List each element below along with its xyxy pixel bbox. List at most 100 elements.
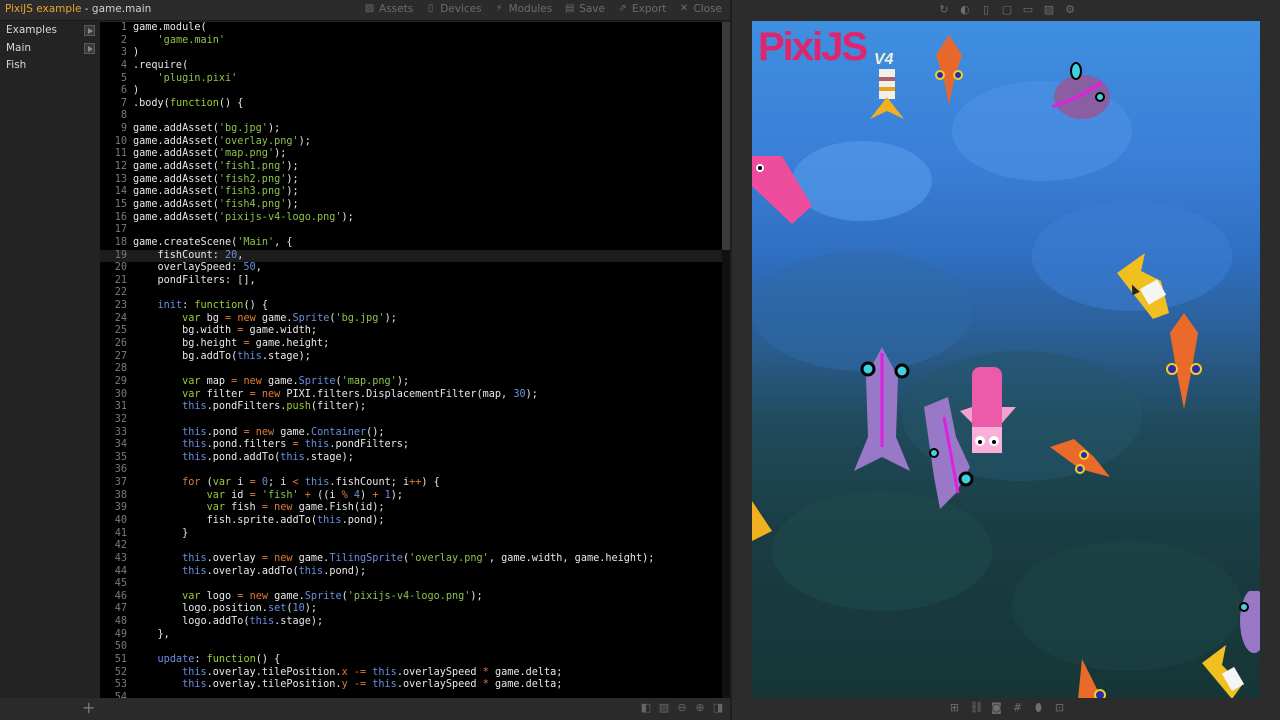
- code-editor[interactable]: 1 game.module(2 'game.main' 3) 4 .require(5 …: [100, 22, 722, 698]
- modules-button[interactable]: ⚡ Modules: [494, 3, 553, 15]
- code-line[interactable]: 2 'game.main': [100, 35, 722, 48]
- code-line[interactable]: 26 bg.height = game.height;: [100, 338, 722, 351]
- title-bar: PixiJS example - game.main ▨ Assets ▯ Devi…: [0, 0, 730, 21]
- code-line[interactable]: 21 pondFilters: [],: [100, 275, 722, 288]
- code-line[interactable]: 33 this.pond = new game.Container();: [100, 427, 722, 440]
- code-line[interactable]: 9 game.addAsset('bg.jpg');: [100, 123, 722, 136]
- link-icon[interactable]: ⛓: [970, 702, 984, 714]
- code-line[interactable]: 44 this.overlay.addTo(this.pond);: [100, 566, 722, 579]
- line-number: 6: [120, 85, 127, 97]
- close-icon: ✕: [679, 3, 689, 14]
- line-number: 18: [114, 236, 127, 248]
- code-line[interactable]: 48 logo.addTo(this.stage);: [100, 616, 722, 629]
- code-line[interactable]: 13 game.addAsset('fish2.png');: [100, 174, 722, 187]
- grid-icon[interactable]: ⊞: [949, 702, 961, 714]
- code-line[interactable]: 16 game.addAsset('pixijs-v4-logo.png');: [100, 212, 722, 225]
- code-line[interactable]: 3): [100, 47, 722, 60]
- code-line[interactable]: 29 var map = new game.Sprite('map.png');: [100, 376, 722, 389]
- code-line[interactable]: 20 overlaySpeed: 50,: [100, 262, 722, 275]
- code-line[interactable]: 22: [100, 287, 722, 300]
- code-text: var id = 'fish' + ((i % 4) + 1);: [206, 489, 404, 501]
- app-root: PixiJS example - game.main ▨ Assets ▯ Devi…: [0, 0, 1280, 720]
- code-line[interactable]: 7 .body(function() {: [100, 98, 722, 111]
- code-line[interactable]: 40 fish.sprite.addTo(this.pond);: [100, 515, 722, 528]
- line-number: 1: [120, 22, 127, 33]
- code-line[interactable]: 1 game.module(: [100, 22, 722, 35]
- code-line[interactable]: 34 this.pond.filters = this.pondFilters;: [100, 439, 722, 452]
- settings-icon[interactable]: ⚙: [1064, 4, 1076, 16]
- zoom-in-icon[interactable]: ⊕: [694, 702, 706, 714]
- zoom-out-icon[interactable]: ⊖: [676, 702, 688, 714]
- presentation-icon[interactable]: ⊡: [1054, 702, 1066, 714]
- code-line[interactable]: 4 .require(: [100, 60, 722, 73]
- code-line[interactable]: 51 update: function() {: [100, 654, 722, 667]
- desktop-icon[interactable]: ▭: [1022, 4, 1034, 16]
- code-line[interactable]: 49 },: [100, 629, 722, 642]
- devices-button[interactable]: ▯ Devices: [425, 3, 482, 15]
- code-line[interactable]: 53 this.overlay.tilePosition.y -= this.o…: [100, 679, 722, 692]
- code-line[interactable]: 10 game.addAsset('overlay.png');: [100, 136, 722, 149]
- code-text: game.addAsset('bg.jpg');: [133, 123, 281, 135]
- editor-scrollbar-thumb[interactable]: [722, 22, 730, 250]
- code-line[interactable]: 23 init: function() {: [100, 300, 722, 313]
- code-line[interactable]: 28: [100, 363, 722, 376]
- code-line[interactable]: 47 logo.position.set(10);: [100, 603, 722, 616]
- line-number: 48: [114, 616, 127, 628]
- sidebar-right-icon[interactable]: ◨: [712, 702, 724, 714]
- image-icon[interactable]: ▨: [658, 702, 670, 714]
- camera-icon[interactable]: ◙: [991, 702, 1003, 714]
- code-line[interactable]: 6): [100, 85, 722, 98]
- code-line[interactable]: 35 this.pond.addTo(this.stage);: [100, 452, 722, 465]
- code-line[interactable]: 42: [100, 540, 722, 553]
- assets-button[interactable]: ▨ Assets: [364, 3, 413, 15]
- line-number: 19: [114, 249, 127, 261]
- close-button[interactable]: ✕ Close: [678, 3, 722, 15]
- code-line[interactable]: 11 game.addAsset('map.png');: [100, 148, 722, 161]
- save-button[interactable]: ▤ Save: [564, 3, 605, 15]
- code-line[interactable]: 14 game.addAsset('fish3.png');: [100, 186, 722, 199]
- code-line[interactable]: 25 bg.width = game.width;: [100, 325, 722, 338]
- hash-icon[interactable]: #: [1012, 702, 1024, 714]
- game-canvas[interactable]: PixiJS V4: [752, 21, 1260, 698]
- play-arrow-icon[interactable]: [84, 25, 95, 36]
- audio-icon[interactable]: ◐: [959, 4, 971, 16]
- code-line[interactable]: 12 game.addAsset('fish1.png');: [100, 161, 722, 174]
- mouse-icon[interactable]: ⬮: [1033, 702, 1045, 714]
- code-line[interactable]: 37 for (var i = 0; i < this.fishCount; i…: [100, 477, 722, 490]
- code-line[interactable]: 24 var bg = new game.Sprite('bg.jpg');: [100, 313, 722, 326]
- code-line[interactable]: 43 this.overlay = new game.TilingSprite(…: [100, 553, 722, 566]
- code-line[interactable]: 39 var fish = new game.Fish(id);: [100, 502, 722, 515]
- code-line[interactable]: 30 var filter = new PIXI.filters.Displac…: [100, 389, 722, 402]
- sidebar-item-main[interactable]: Main: [0, 40, 100, 58]
- sidebar-left-icon[interactable]: ◧: [640, 702, 652, 714]
- code-line[interactable]: 46 var logo = new game.Sprite('pixijs-v4…: [100, 591, 722, 604]
- sidebar-item-examples[interactable]: Examples: [0, 22, 100, 40]
- code-line[interactable]: 18 game.createScene('Main', {: [100, 237, 722, 250]
- code-line[interactable]: 36: [100, 464, 722, 477]
- code-line[interactable]: 27 bg.addTo(this.stage);: [100, 351, 722, 364]
- code-line[interactable]: 5 'plugin.pixi': [100, 73, 722, 86]
- phone-icon[interactable]: ▯: [980, 4, 992, 16]
- toolbar: ▨ Assets ▯ Devices ⚡ Modules ▤ Save ⇗ Export …: [364, 3, 722, 15]
- export-button[interactable]: ⇗ Export: [617, 3, 666, 15]
- code-line[interactable]: 31 this.pondFilters.push(filter);: [100, 401, 722, 414]
- code-line[interactable]: 52 this.overlay.tilePosition.x -= this.o…: [100, 667, 722, 680]
- code-line[interactable]: 38 var id = 'fish' + ((i % 4) + 1);: [100, 490, 722, 503]
- code-line[interactable]: 50: [100, 641, 722, 654]
- screenshot-icon[interactable]: ▨: [1043, 4, 1055, 16]
- tablet-icon[interactable]: ▢: [1001, 4, 1013, 16]
- code-line[interactable]: 8: [100, 110, 722, 123]
- play-arrow-icon[interactable]: [84, 42, 95, 54]
- code-line[interactable]: 41 }: [100, 528, 722, 541]
- code-line[interactable]: 19 fishCount: 20,: [100, 249, 722, 263]
- plus-icon[interactable]: +: [82, 700, 95, 716]
- window-title: PixiJS example - game.main: [5, 3, 151, 15]
- code-line[interactable]: 32: [100, 414, 722, 427]
- line-number: 46: [114, 590, 127, 602]
- code-line[interactable]: 17: [100, 224, 722, 237]
- reload-icon[interactable]: ↻: [938, 4, 950, 16]
- line-number: 38: [114, 489, 127, 501]
- code-line[interactable]: 45: [100, 578, 722, 591]
- sidebar-item-fish[interactable]: Fish: [0, 57, 100, 75]
- code-line[interactable]: 15 game.addAsset('fish4.png');: [100, 199, 722, 212]
